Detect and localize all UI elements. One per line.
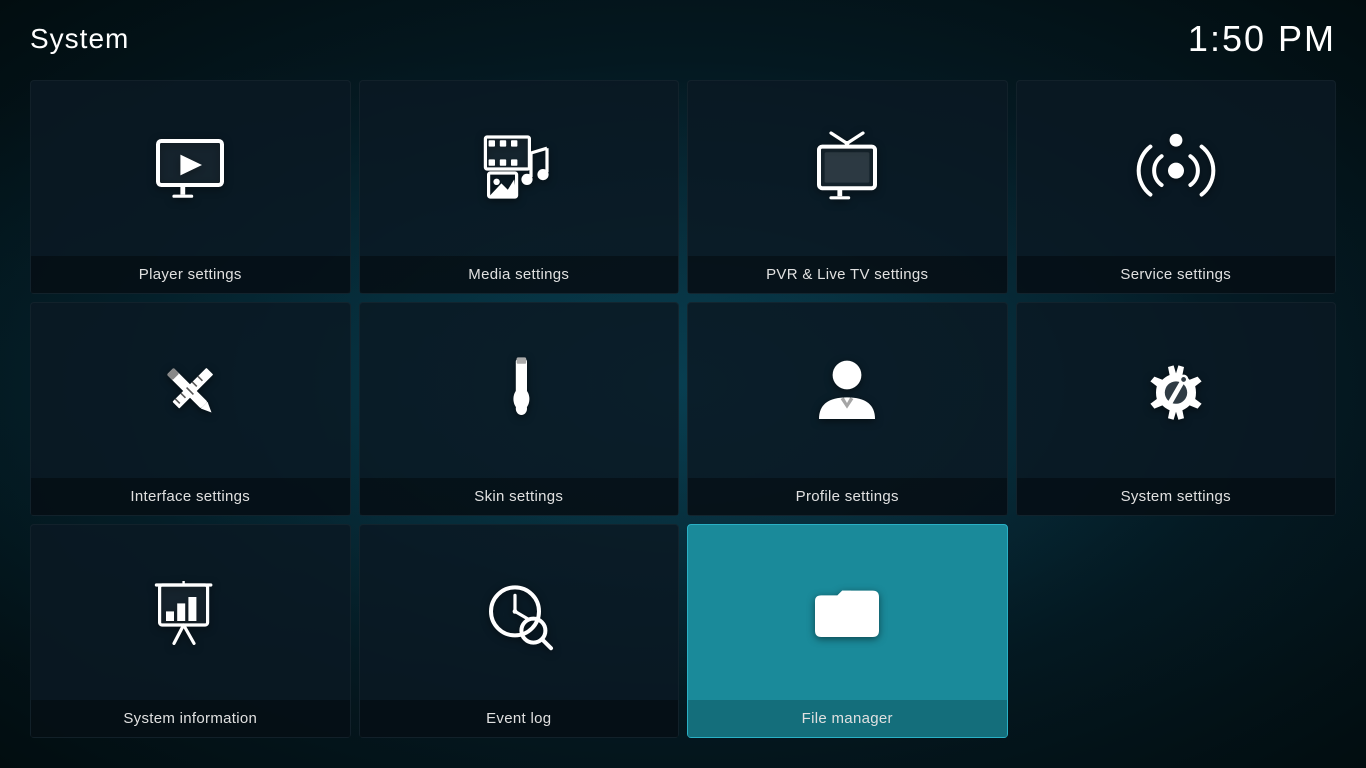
grid-item-system-information[interactable]: System information	[30, 524, 351, 738]
media-icon	[479, 129, 559, 209]
event-log-label: Event log	[360, 700, 679, 737]
system-information-label: System information	[31, 700, 350, 737]
service-icon	[1136, 129, 1216, 209]
profile-icon	[807, 351, 887, 431]
sysinfo-icon	[150, 573, 230, 653]
system-settings-icon-area	[1017, 303, 1336, 478]
player-settings-icon-area	[31, 81, 350, 256]
player-settings-label: Player settings	[31, 256, 350, 293]
file-manager-icon-area	[688, 525, 1007, 700]
grid-item-pvr-settings[interactable]: PVR & Live TV settings	[687, 80, 1008, 294]
media-settings-icon-area	[360, 81, 679, 256]
grid-item-player-settings[interactable]: Player settings	[30, 80, 351, 294]
system-icon	[1136, 351, 1216, 431]
skin-settings-icon-area	[360, 303, 679, 478]
skin-icon	[479, 351, 559, 431]
grid-item-system-settings[interactable]: System settings	[1016, 302, 1337, 516]
filemanager-icon	[807, 573, 887, 653]
media-settings-label: Media settings	[360, 256, 679, 293]
interface-icon	[150, 351, 230, 431]
grid-item-media-settings[interactable]: Media settings	[359, 80, 680, 294]
grid-item-profile-settings[interactable]: Profile settings	[687, 302, 1008, 516]
pvr-settings-icon-area	[688, 81, 1007, 256]
skin-settings-label: Skin settings	[360, 478, 679, 515]
grid-item-file-manager[interactable]: File manager	[687, 524, 1008, 738]
grid-item-event-log[interactable]: Event log	[359, 524, 680, 738]
grid-item-interface-settings[interactable]: Interface settings	[30, 302, 351, 516]
page-title: System	[30, 23, 129, 55]
eventlog-icon	[479, 573, 559, 653]
system-information-icon-area	[31, 525, 350, 700]
grid-item-service-settings[interactable]: Service settings	[1016, 80, 1337, 294]
event-log-icon-area	[360, 525, 679, 700]
system-settings-label: System settings	[1017, 478, 1336, 515]
interface-settings-label: Interface settings	[31, 478, 350, 515]
clock: 1:50 PM	[1188, 18, 1336, 60]
file-manager-label: File manager	[688, 700, 1007, 737]
profile-settings-label: Profile settings	[688, 478, 1007, 515]
service-settings-label: Service settings	[1017, 256, 1336, 293]
header: System 1:50 PM	[0, 0, 1366, 70]
interface-settings-icon-area	[31, 303, 350, 478]
player-icon	[150, 129, 230, 209]
settings-grid: Player settings	[0, 70, 1366, 758]
pvr-icon	[807, 129, 887, 209]
profile-settings-icon-area	[688, 303, 1007, 478]
service-settings-icon-area	[1017, 81, 1336, 256]
grid-item-skin-settings[interactable]: Skin settings	[359, 302, 680, 516]
pvr-settings-label: PVR & Live TV settings	[688, 256, 1007, 293]
